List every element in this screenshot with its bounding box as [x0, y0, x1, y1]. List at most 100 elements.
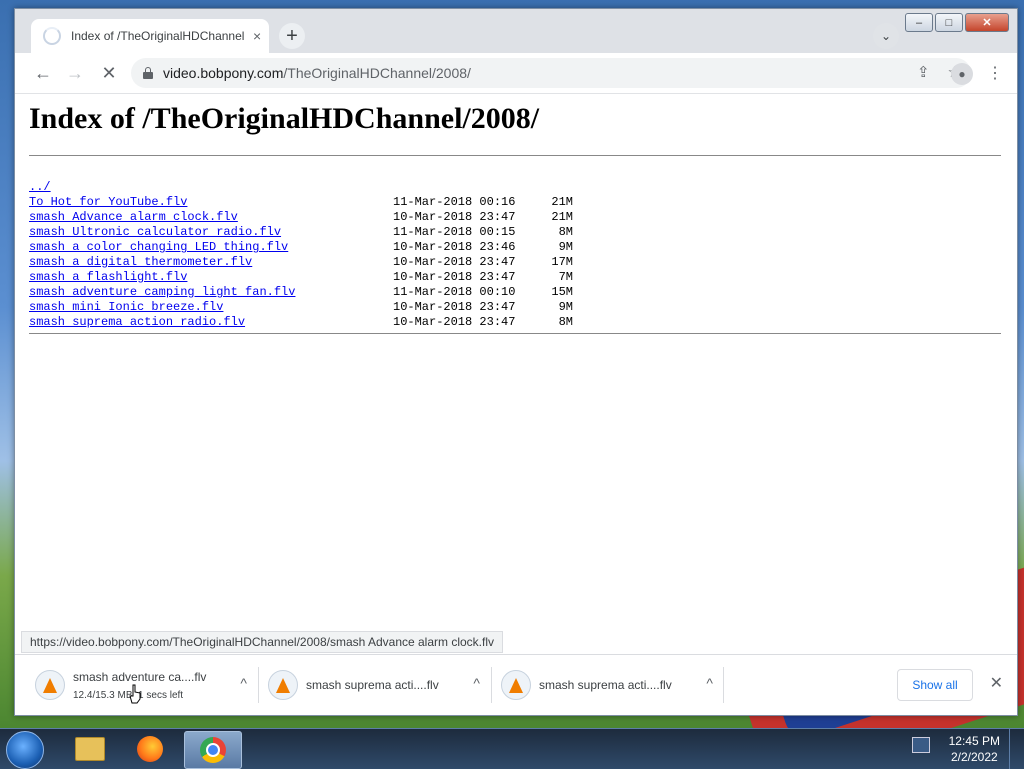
- file-date: 10-Mar-2018 23:47: [393, 300, 516, 314]
- file-link[interactable]: To Hot for YouTube.flv: [29, 195, 393, 210]
- file-link[interactable]: smash mini Ionic breeze.flv: [29, 300, 393, 315]
- url-path: /TheOriginalHDChannel/2008/: [283, 65, 471, 81]
- maximize-button[interactable]: □: [935, 13, 963, 32]
- forward-arrow-icon[interactable]: →: [63, 61, 87, 85]
- download-shelf: smash adventure ca....flv 12.4/15.3 MB, …: [15, 654, 1017, 715]
- list-item: smash Advance alarm clock.flv 10-Mar-2018…: [29, 210, 573, 225]
- link-status-bar: https://video.bobpony.com/TheOriginalHDC…: [21, 631, 504, 653]
- list-item: smash a digital thermometer.flv 10-Mar-20…: [29, 255, 573, 270]
- separator: [491, 667, 492, 703]
- taskbar-chrome[interactable]: [184, 731, 242, 769]
- file-size: 9M: [558, 300, 573, 314]
- browser-window: Index of /TheOriginalHDChannel × + ⌄ – □…: [14, 8, 1018, 716]
- browser-toolbar: ← → ✕ video.bobpony.com/TheOriginalHDCha…: [15, 53, 1017, 94]
- chevron-up-icon[interactable]: ^: [240, 675, 247, 691]
- share-icon[interactable]: ⇪: [917, 63, 930, 81]
- tab-active[interactable]: Index of /TheOriginalHDChannel ×: [31, 19, 269, 53]
- profile-avatar-icon[interactable]: ●: [951, 63, 973, 85]
- clock-date: 2/2/2022: [950, 750, 998, 764]
- taskbar-explorer[interactable]: [62, 731, 118, 767]
- file-date: 11-Mar-2018 00:15: [393, 225, 516, 239]
- tab-strip: Index of /TheOriginalHDChannel × + ⌄ – □…: [15, 9, 1017, 53]
- show-desktop-button[interactable]: [1009, 729, 1024, 769]
- file-size: 21M: [551, 195, 573, 209]
- minimize-button[interactable]: –: [905, 13, 933, 32]
- list-item: smash suprema action radio.flv 10-Mar-201…: [29, 315, 573, 330]
- file-date: 11-Mar-2018 00:10: [393, 285, 516, 299]
- file-date: 10-Mar-2018 23:47: [393, 255, 516, 269]
- window-controls: – □ ✕: [905, 13, 1009, 32]
- file-size: 8M: [558, 225, 573, 239]
- vlc-file-icon: [35, 670, 65, 700]
- file-size: 21M: [551, 210, 573, 224]
- page-title: Index of /TheOriginalHDChannel/2008/: [29, 102, 540, 135]
- list-item: smash mini Ionic breeze.flv 10-Mar-2018 2…: [29, 300, 573, 315]
- file-date: 11-Mar-2018 00:16: [393, 195, 516, 209]
- address-bar[interactable]: video.bobpony.com/TheOriginalHDChannel/2…: [131, 58, 971, 88]
- network-icon[interactable]: [912, 737, 930, 753]
- folder-icon: [75, 737, 105, 761]
- vlc-file-icon: [268, 670, 298, 700]
- start-button[interactable]: [6, 731, 44, 769]
- separator: [723, 667, 724, 703]
- file-link[interactable]: smash a digital thermometer.flv: [29, 255, 393, 270]
- download-name: smash suprema acti....flv: [306, 678, 439, 692]
- download-item[interactable]: smash adventure ca....flv 12.4/15.3 MB, …: [29, 663, 261, 707]
- chevron-up-icon[interactable]: ^: [706, 675, 713, 691]
- list-item: smash Ultronic calculator radio.flv 11-Ma…: [29, 225, 573, 240]
- list-item: To Hot for YouTube.flv 11-Mar-2018 00:16 2…: [29, 195, 573, 210]
- separator: [258, 667, 259, 703]
- list-item: smash a color changing LED thing.flv 10-M…: [29, 240, 573, 255]
- file-listing: ../ To Hot for YouTube.flv 11-Mar-2018 00…: [29, 180, 573, 330]
- url-host: video.bobpony.com: [163, 65, 284, 81]
- file-link[interactable]: smash adventure camping light fan.flv: [29, 285, 393, 300]
- download-name: smash adventure ca....flv: [73, 669, 207, 684]
- file-size: 7M: [558, 270, 573, 284]
- file-link[interactable]: smash suprema action radio.flv: [29, 315, 393, 330]
- list-item: smash a flashlight.flv 10-Mar-2018 23:47 7…: [29, 270, 573, 285]
- list-item: ../: [29, 180, 573, 195]
- taskbar: 12:45 PM 2/2/2022: [0, 728, 1024, 769]
- file-size: 15M: [551, 285, 573, 299]
- clock[interactable]: 12:45 PM 2/2/2022: [949, 733, 1000, 765]
- download-item[interactable]: smash suprema acti....flv ^: [262, 663, 494, 707]
- more-menu-icon[interactable]: ⋮: [987, 63, 1003, 83]
- file-size: 9M: [558, 240, 573, 254]
- tab-close-icon[interactable]: ×: [253, 28, 261, 44]
- loading-spinner-icon: [43, 27, 61, 45]
- file-date: 10-Mar-2018 23:47: [393, 270, 516, 284]
- file-link[interactable]: smash a color changing LED thing.flv: [29, 240, 393, 255]
- tab-search-button[interactable]: ⌄: [873, 23, 899, 49]
- new-tab-button[interactable]: +: [279, 23, 305, 49]
- file-size: 17M: [551, 255, 573, 269]
- firefox-icon: [137, 736, 163, 762]
- list-item: smash adventure camping light fan.flv 11-…: [29, 285, 573, 300]
- back-arrow-icon[interactable]: ←: [31, 61, 55, 85]
- chrome-icon: [200, 737, 226, 763]
- url-text: video.bobpony.com/TheOriginalHDChannel/2…: [163, 65, 471, 81]
- close-window-button[interactable]: ✕: [965, 13, 1009, 32]
- clock-time: 12:45 PM: [948, 734, 1000, 748]
- divider-top: [29, 155, 1001, 156]
- vlc-file-icon: [501, 670, 531, 700]
- file-link[interactable]: smash Ultronic calculator radio.flv: [29, 225, 393, 240]
- close-shelf-icon[interactable]: ✕: [990, 673, 1003, 693]
- download-name: smash suprema acti....flv: [539, 678, 672, 692]
- page-content: Index of /TheOriginalHDChannel/2008/ ../…: [15, 94, 1017, 654]
- file-date: 10-Mar-2018 23:47: [393, 315, 516, 329]
- tab-title: Index of /TheOriginalHDChannel: [71, 29, 245, 43]
- show-all-button[interactable]: Show all: [897, 669, 973, 701]
- download-item[interactable]: smash suprema acti....flv ^: [495, 663, 727, 707]
- parent-dir-link[interactable]: ../: [29, 180, 393, 195]
- file-link[interactable]: smash Advance alarm clock.flv: [29, 210, 393, 225]
- divider-bottom: [29, 333, 1001, 334]
- lock-icon[interactable]: [143, 67, 153, 79]
- hand-cursor-icon: [129, 684, 141, 704]
- file-size: 8M: [558, 315, 573, 329]
- file-date: 10-Mar-2018 23:46: [393, 240, 516, 254]
- chevron-up-icon[interactable]: ^: [473, 675, 480, 691]
- file-link[interactable]: smash a flashlight.flv: [29, 270, 393, 285]
- taskbar-firefox[interactable]: [122, 731, 178, 767]
- stop-loading-icon[interactable]: ✕: [97, 61, 121, 85]
- file-date: 10-Mar-2018 23:47: [393, 210, 516, 224]
